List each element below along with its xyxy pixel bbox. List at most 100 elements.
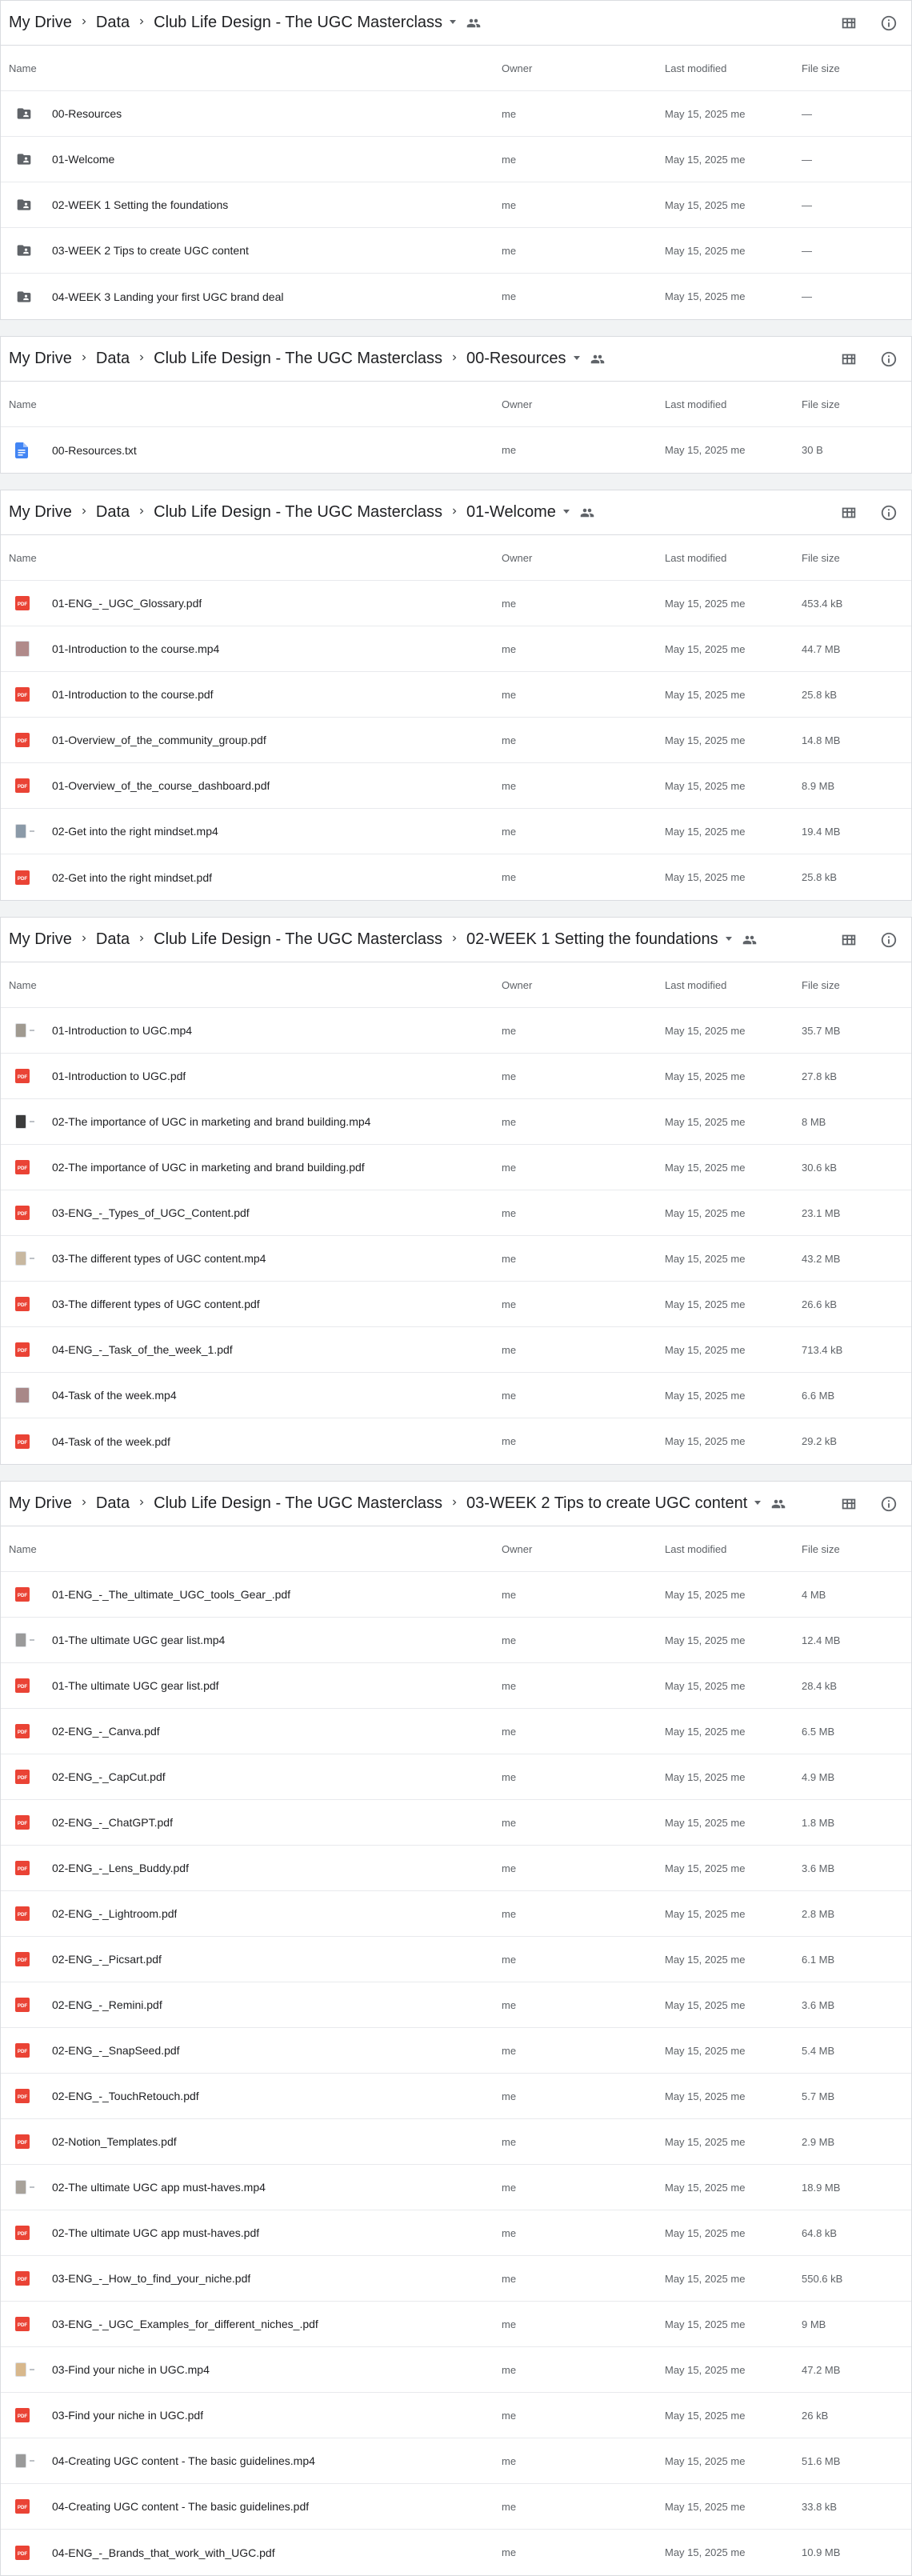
file-row[interactable]: 03-Find your niche in UGC.mp4 me May 15, 2…: [1, 2347, 911, 2393]
column-header-name[interactable]: Name: [1, 398, 502, 410]
file-row[interactable]: PDF 02-ENG_-_Canva.pdf me May 15, 2025 me 6.…: [1, 1709, 911, 1754]
breadcrumb-item[interactable]: 01-Welcome: [466, 503, 556, 522]
file-row[interactable]: PDF 01-ENG_-_UGC_Glossary.pdf me May 15, 20…: [1, 581, 911, 626]
file-row[interactable]: PDF 02-ENG_-_Lightroom.pdf me May 15, 2025 …: [1, 1891, 911, 1937]
breadcrumb-item[interactable]: My Drive: [9, 14, 72, 32]
file-name[interactable]: 02-ENG_-_TouchRetouch.pdf: [52, 2090, 199, 2102]
file-row[interactable]: PDF 01-Overview_of_the_course_dashboard.p…: [1, 763, 911, 809]
file-name[interactable]: 02-The importance of UGC in marketing an…: [52, 1115, 370, 1128]
file-row[interactable]: PDF 02-ENG_-_ChatGPT.pdf me May 15, 2025 me…: [1, 1800, 911, 1846]
column-header-size[interactable]: File size: [802, 1543, 911, 1555]
file-name[interactable]: 01-ENG_-_The_ultimate_UGC_tools_Gear_.pd…: [52, 1588, 290, 1601]
file-row[interactable]: 02-Get into the right mindset.mp4 me May 1…: [1, 809, 911, 854]
file-row[interactable]: 01-Introduction to UGC.mp4 me May 15, 2025…: [1, 1008, 911, 1054]
breadcrumb-item[interactable]: Data: [96, 1494, 130, 1513]
file-name[interactable]: 02-ENG_-_ChatGPT.pdf: [52, 1816, 173, 1829]
file-row[interactable]: 00-Resources me May 15, 2025 me —: [1, 91, 911, 137]
info-icon[interactable]: [879, 350, 898, 369]
file-name[interactable]: 02-Get into the right mindset.mp4: [52, 825, 218, 838]
file-row[interactable]: PDF 01-The ultimate UGC gear list.pdf me Ma…: [1, 1663, 911, 1709]
file-row[interactable]: PDF 02-ENG_-_CapCut.pdf me May 15, 2025 me 4…: [1, 1754, 911, 1800]
file-row[interactable]: PDF 02-Get into the right mindset.pdf me Ma…: [1, 854, 911, 900]
file-row[interactable]: 01-Introduction to the course.mp4 me May 1…: [1, 626, 911, 672]
breadcrumb-item[interactable]: Club Life Design - The UGC Masterclass: [154, 930, 442, 949]
file-name[interactable]: 04-Creating UGC content - The basic guid…: [52, 2500, 309, 2513]
file-name[interactable]: 01-ENG_-_UGC_Glossary.pdf: [52, 597, 202, 610]
breadcrumb-item[interactable]: Club Life Design - The UGC Masterclass: [154, 503, 442, 522]
file-name[interactable]: 00-Resources.txt: [52, 444, 137, 457]
file-name[interactable]: 02-Get into the right mindset.pdf: [52, 871, 212, 884]
file-row[interactable]: 04-Task of the week.mp4 me May 15, 2025 me…: [1, 1373, 911, 1418]
file-row[interactable]: PDF 02-Notion_Templates.pdf me May 15, 2025…: [1, 2119, 911, 2165]
file-name[interactable]: 03-ENG_-_Types_of_UGC_Content.pdf: [52, 1206, 250, 1219]
column-header-owner[interactable]: Owner: [502, 398, 665, 410]
breadcrumb-item[interactable]: Club Life Design - The UGC Masterclass: [154, 14, 442, 32]
file-name[interactable]: 01-Overview_of_the_course_dashboard.pdf: [52, 779, 270, 792]
file-row[interactable]: PDF 03-ENG_-_Types_of_UGC_Content.pdf me Ma…: [1, 1190, 911, 1236]
caret-down-icon[interactable]: [754, 1498, 762, 1509]
file-row[interactable]: PDF 04-Creating UGC content - The basic g…: [1, 2484, 911, 2530]
file-name[interactable]: 02-ENG_-_Lightroom.pdf: [52, 1907, 177, 1920]
file-name[interactable]: 02-The ultimate UGC app must-haves.mp4: [52, 2181, 266, 2194]
caret-down-icon[interactable]: [562, 507, 570, 518]
file-row[interactable]: PDF 04-ENG_-_Task_of_the_week_1.pdf me May …: [1, 1327, 911, 1373]
file-row[interactable]: PDF 04-ENG_-_Brands_that_work_with_UGC.pd…: [1, 2530, 911, 2575]
file-row[interactable]: PDF 02-ENG_-_SnapSeed.pdf me May 15, 2025 m…: [1, 2028, 911, 2074]
file-name[interactable]: 03-ENG_-_How_to_find_your_niche.pdf: [52, 2272, 250, 2285]
column-header-name[interactable]: Name: [1, 62, 502, 74]
file-row[interactable]: PDF 02-ENG_-_Picsart.pdf me May 15, 2025 me…: [1, 1937, 911, 1982]
grid-view-icon[interactable]: [839, 1494, 858, 1514]
breadcrumb-item[interactable]: Data: [96, 350, 130, 368]
breadcrumb-item[interactable]: Data: [96, 503, 130, 522]
file-name[interactable]: 04-ENG_-_Task_of_the_week_1.pdf: [52, 1343, 233, 1356]
file-row[interactable]: PDF 03-ENG_-_How_to_find_your_niche.pdf me…: [1, 2256, 911, 2302]
column-header-modified[interactable]: Last modified: [665, 398, 802, 410]
file-row[interactable]: PDF 03-ENG_-_UGC_Examples_for_different_n…: [1, 2302, 911, 2347]
file-name[interactable]: 03-Find your niche in UGC.mp4: [52, 2363, 210, 2376]
info-icon[interactable]: [879, 1494, 898, 1514]
file-name[interactable]: 03-The different types of UGC content.pd…: [52, 1298, 260, 1310]
breadcrumb-item[interactable]: 02-WEEK 1 Setting the foundations: [466, 930, 718, 949]
column-header-modified[interactable]: Last modified: [665, 62, 802, 74]
grid-view-icon[interactable]: [839, 930, 858, 950]
file-name[interactable]: 02-WEEK 1 Setting the foundations: [52, 198, 228, 211]
file-row[interactable]: PDF 03-The different types of UGC content…: [1, 1282, 911, 1327]
breadcrumb-item[interactable]: 00-Resources: [466, 350, 566, 368]
file-name[interactable]: 02-ENG_-_Picsart.pdf: [52, 1953, 162, 1966]
column-header-size[interactable]: File size: [802, 552, 911, 564]
caret-down-icon[interactable]: [573, 354, 581, 364]
breadcrumb-item[interactable]: My Drive: [9, 350, 72, 368]
grid-view-icon[interactable]: [839, 14, 858, 33]
file-row[interactable]: 03-WEEK 2 Tips to create UGC content me Ma…: [1, 228, 911, 274]
file-name[interactable]: 03-ENG_-_UGC_Examples_for_different_nich…: [52, 2318, 318, 2330]
file-name[interactable]: 02-Notion_Templates.pdf: [52, 2135, 177, 2148]
column-header-name[interactable]: Name: [1, 1543, 502, 1555]
file-row[interactable]: PDF 02-ENG_-_TouchRetouch.pdf me May 15, 20…: [1, 2074, 911, 2119]
file-name[interactable]: 04-ENG_-_Brands_that_work_with_UGC.pdf: [52, 2546, 275, 2559]
breadcrumb-item[interactable]: My Drive: [9, 930, 72, 949]
breadcrumb-item[interactable]: 03-WEEK 2 Tips to create UGC content: [466, 1494, 747, 1513]
file-row[interactable]: PDF 03-Find your niche in UGC.pdf me May 15…: [1, 2393, 911, 2438]
file-name[interactable]: 02-ENG_-_CapCut.pdf: [52, 1770, 166, 1783]
file-row[interactable]: 04-Creating UGC content - The basic guid…: [1, 2438, 911, 2484]
file-row[interactable]: 02-The importance of UGC in marketing an…: [1, 1099, 911, 1145]
file-row[interactable]: 02-WEEK 1 Setting the foundations me May 1…: [1, 182, 911, 228]
caret-down-icon[interactable]: [725, 934, 733, 945]
breadcrumb-item[interactable]: My Drive: [9, 1494, 72, 1513]
file-name[interactable]: 02-The ultimate UGC app must-haves.pdf: [52, 2226, 259, 2239]
caret-down-icon[interactable]: [449, 18, 457, 28]
file-name[interactable]: 03-The different types of UGC content.mp…: [52, 1252, 266, 1265]
file-name[interactable]: 01-The ultimate UGC gear list.mp4: [52, 1634, 225, 1646]
column-header-size[interactable]: File size: [802, 62, 911, 74]
file-row[interactable]: PDF 04-Task of the week.pdf me May 15, 2025…: [1, 1418, 911, 1464]
file-row[interactable]: 01-The ultimate UGC gear list.mp4 me May 1…: [1, 1618, 911, 1663]
column-header-name[interactable]: Name: [1, 552, 502, 564]
column-header-size[interactable]: File size: [802, 398, 911, 410]
info-icon[interactable]: [879, 14, 898, 33]
file-name[interactable]: 04-Task of the week.mp4: [52, 1389, 177, 1402]
file-name[interactable]: 03-Find your niche in UGC.pdf: [52, 2409, 203, 2422]
grid-view-icon[interactable]: [839, 503, 858, 522]
file-row[interactable]: 00-Resources.txt me May 15, 2025 me 30 B: [1, 427, 911, 473]
column-header-modified[interactable]: Last modified: [665, 979, 802, 991]
breadcrumb-item[interactable]: Club Life Design - The UGC Masterclass: [154, 1494, 442, 1513]
